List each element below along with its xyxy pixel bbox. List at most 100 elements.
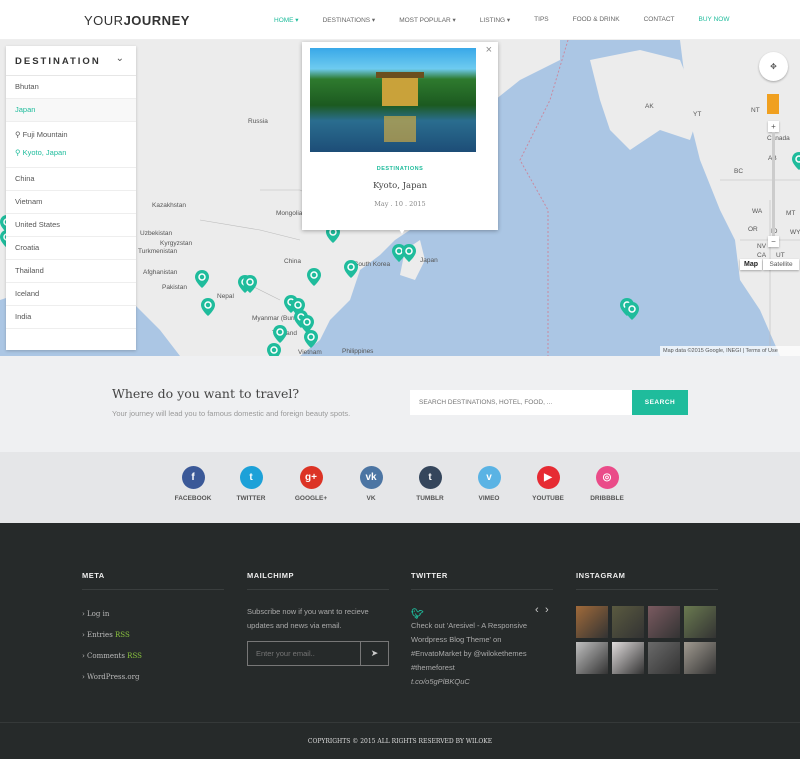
- map-pin-icon[interactable]: [243, 275, 257, 293]
- vimeo-icon[interactable]: v: [477, 466, 501, 489]
- social-label: DRIBBBLE: [590, 495, 624, 502]
- instagram-photo[interactable]: [576, 642, 608, 674]
- rss-link[interactable]: RSS: [115, 631, 130, 639]
- logo-bold: JOURNEY: [123, 13, 190, 28]
- destination-item[interactable]: United States: [6, 214, 136, 237]
- map-pin-icon[interactable]: [273, 325, 287, 343]
- map[interactable]: Russia Kazakhstan Mongolia China Uzbekistan K…: [0, 40, 800, 356]
- destination-item[interactable]: Bhutan: [6, 76, 136, 99]
- pan-control[interactable]: ✥: [759, 52, 788, 81]
- destination-item[interactable]: Vietnam: [6, 191, 136, 214]
- map-label: Afghanistan: [143, 269, 178, 276]
- destination-item[interactable]: Iceland: [6, 283, 136, 306]
- chevron-down-icon[interactable]: ⌄: [116, 53, 126, 64]
- map-label: NT: [751, 107, 760, 114]
- meta-link[interactable]: › Entries RSS: [82, 631, 224, 639]
- nav-item[interactable]: MOST POPULAR ▾: [399, 16, 456, 24]
- social-facebook[interactable]: f FACEBOOK: [163, 466, 223, 502]
- map-type-map[interactable]: Map: [740, 259, 762, 270]
- meta-link[interactable]: › Comments RSS: [82, 652, 224, 660]
- map-pin-icon[interactable]: [792, 152, 800, 170]
- destination-photo[interactable]: [310, 48, 476, 152]
- next-tweet-button[interactable]: ›: [545, 604, 549, 616]
- map-label: Japan: [420, 257, 438, 264]
- destination-subitem[interactable]: ⚲ Kyoto, Japan: [15, 148, 127, 166]
- tweet-link[interactable]: t.co/o5gPlBKQuC: [411, 675, 553, 689]
- map-pin-icon[interactable]: [267, 343, 281, 356]
- destination-item[interactable]: Thailand: [6, 260, 136, 283]
- instagram-photo[interactable]: [612, 642, 644, 674]
- nav-item[interactable]: FOOD & DRINK: [573, 16, 620, 24]
- nav-item[interactable]: BUY NOW: [699, 16, 730, 24]
- prev-tweet-button[interactable]: ‹: [535, 604, 539, 616]
- map-pin-icon[interactable]: [625, 302, 639, 320]
- youtube-icon[interactable]: ▶: [536, 466, 560, 489]
- destination-item[interactable]: Japan: [6, 99, 136, 122]
- map-label: Kazakhstan: [152, 202, 186, 209]
- social-youtube[interactable]: ▶ YOUTUBE: [518, 466, 578, 502]
- map-pin-icon[interactable]: [307, 268, 321, 286]
- instagram-photo[interactable]: [612, 606, 644, 638]
- map-label: Canada: [767, 135, 790, 142]
- zoom-in-button[interactable]: +: [768, 121, 779, 132]
- instagram-photo[interactable]: [684, 642, 716, 674]
- instagram-photo[interactable]: [648, 606, 680, 638]
- map-label: Philippines: [342, 348, 374, 355]
- popup-category[interactable]: DESTINATIONS: [302, 166, 498, 172]
- email-input[interactable]: [248, 642, 360, 665]
- mailchimp-text: Subscribe now if you want to recieve upd…: [247, 607, 369, 630]
- vk-icon[interactable]: vk: [359, 466, 383, 489]
- instagram-photo[interactable]: [576, 606, 608, 638]
- instagram-photo[interactable]: [684, 606, 716, 638]
- nav-item[interactable]: TIPS: [534, 16, 548, 24]
- send-icon[interactable]: ➤: [360, 642, 388, 665]
- map-label: China: [284, 258, 301, 265]
- sub-list: ⚲ Fuji Mountain ⚲ Kyoto, Japan: [6, 122, 136, 168]
- twitter-icon[interactable]: t: [239, 466, 263, 489]
- search-input[interactable]: [410, 390, 632, 415]
- search-button[interactable]: SEARCH: [632, 390, 688, 415]
- map-pin-icon[interactable]: [402, 244, 416, 262]
- map-marker-icon: ⚲: [15, 148, 23, 157]
- map-pin-icon[interactable]: [304, 330, 318, 348]
- street-view-pegman-icon[interactable]: [767, 94, 779, 114]
- meta-label: WordPress.org: [87, 673, 140, 681]
- destination-item[interactable]: India: [6, 306, 136, 329]
- social-vimeo[interactable]: v VIMEO: [459, 466, 519, 502]
- map-pin-icon[interactable]: [195, 270, 209, 288]
- map-type-satellite[interactable]: Satellite: [763, 259, 799, 270]
- destination-item[interactable]: China: [6, 168, 136, 191]
- tumblr-icon[interactable]: t: [418, 466, 442, 489]
- meta-link[interactable]: › Log in: [82, 610, 224, 618]
- googleplus-icon[interactable]: g+: [299, 466, 323, 489]
- zoom-out-button[interactable]: −: [768, 236, 779, 247]
- popup-title[interactable]: Kyoto, Japan: [302, 181, 498, 191]
- map-attribution: Map data ©2015 Google, INEGI | Terms of …: [660, 346, 800, 356]
- rss-link[interactable]: RSS: [127, 652, 142, 660]
- map-pin-icon[interactable]: [344, 260, 358, 278]
- meta-link[interactable]: › WordPress.org: [82, 673, 224, 681]
- zoom-slider[interactable]: [772, 132, 775, 236]
- nav-item[interactable]: DESTINATIONS ▾: [323, 16, 376, 24]
- destination-item[interactable]: Croatia: [6, 237, 136, 260]
- logo[interactable]: YOURJOURNEY: [84, 13, 190, 28]
- social-tumblr[interactable]: t TUMBLR: [400, 466, 460, 502]
- map-pin-icon[interactable]: [201, 298, 215, 316]
- nav-item[interactable]: CONTACT: [644, 16, 675, 24]
- nav-item[interactable]: HOME ▾: [274, 16, 299, 24]
- facebook-icon[interactable]: f: [181, 466, 205, 489]
- instagram-photo[interactable]: [648, 642, 680, 674]
- social-twitter[interactable]: t TWITTER: [221, 466, 281, 502]
- map-label: CA: [757, 252, 767, 259]
- destination-dropdown[interactable]: DESTINATION ⌄: [6, 46, 136, 76]
- meta-widget: META › Log in › Entries RSS › Comments RSS…: [82, 571, 224, 681]
- social-vk[interactable]: vk VK: [341, 466, 401, 502]
- dribbble-icon[interactable]: ◎: [595, 466, 619, 489]
- terms-link[interactable]: Terms of Use: [745, 348, 777, 354]
- social-dribbble[interactable]: ◎ DRIBBBLE: [577, 466, 637, 502]
- destination-subitem[interactable]: ⚲ Fuji Mountain: [15, 130, 127, 148]
- nav-item[interactable]: LISTING ▾: [480, 16, 510, 24]
- social-googleplus[interactable]: g+ GOOGLE+: [281, 466, 341, 502]
- close-icon[interactable]: ×: [486, 44, 492, 56]
- main-nav: HOME ▾ DESTINATIONS ▾ MOST POPULAR ▾ LISTIN…: [274, 16, 753, 24]
